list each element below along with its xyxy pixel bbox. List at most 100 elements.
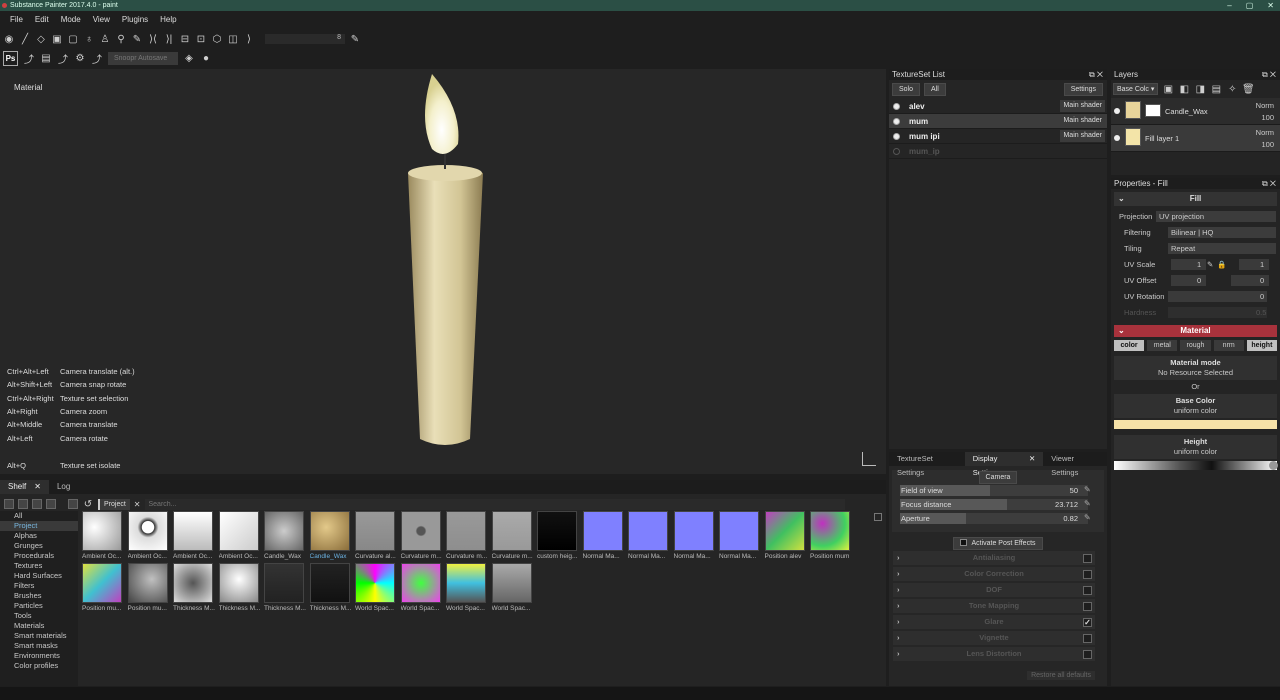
channel-dropdown[interactable]: Base Colc ▾ xyxy=(1113,83,1159,95)
close-icon[interactable]: ⧉ ✕ xyxy=(1262,69,1276,80)
height-block[interactable]: Height uniform color xyxy=(1114,435,1277,459)
maximize-button[interactable]: ▢ xyxy=(1246,0,1254,11)
eye-icon[interactable] xyxy=(1114,108,1120,114)
textureset-row[interactable]: alev Main shader xyxy=(889,99,1107,114)
delete-icon[interactable]: 🗑 xyxy=(1242,83,1255,95)
close-icon[interactable]: ✕ xyxy=(34,480,41,494)
add-mask-icon[interactable]: ◨ xyxy=(1194,83,1206,95)
shelf-thumbnail[interactable]: World Spac... xyxy=(446,563,486,612)
search-input[interactable] xyxy=(144,498,845,510)
effects-icon[interactable]: ✧ xyxy=(1226,83,1238,95)
tab-shelf[interactable]: Shelf ✕ xyxy=(0,480,49,494)
paint-brush-icon[interactable]: ╱ xyxy=(19,33,31,45)
channel-metal-button[interactable]: metal xyxy=(1147,340,1178,351)
menu-file[interactable]: File xyxy=(4,13,29,27)
shelf-thumbnail[interactable]: Thickness M... xyxy=(218,563,260,612)
add-layer-icon[interactable]: ▣ xyxy=(1162,83,1174,95)
height-value-slider[interactable] xyxy=(1114,461,1278,470)
uv-scale-v-slider[interactable] xyxy=(1239,259,1269,270)
solo-button[interactable]: Solo xyxy=(892,83,921,96)
shelf-thumbnail[interactable]: Thickness M... xyxy=(173,563,215,612)
shelf-thumbnail[interactable]: Normal Ma... xyxy=(628,511,668,560)
document-icon[interactable]: ▤ xyxy=(40,52,52,64)
import-icon[interactable] xyxy=(18,499,28,509)
close-icon[interactable]: ✕ xyxy=(1029,452,1035,466)
focus-distance-slider[interactable]: Focus distance 23.712 ✎ xyxy=(900,498,1100,512)
shader-button[interactable]: Main shader xyxy=(1060,115,1105,127)
category-item[interactable]: Smart materials xyxy=(0,631,78,641)
substance-icon[interactable]: ◈ xyxy=(183,52,195,64)
eye-icon[interactable] xyxy=(1114,135,1120,141)
category-item[interactable]: Materials xyxy=(0,621,78,631)
eraser-icon[interactable]: ◇ xyxy=(35,33,47,45)
textureset-row[interactable]: mum Main shader xyxy=(889,114,1107,129)
shelf-thumbnail[interactable]: Normal Ma... xyxy=(673,511,714,560)
shelf-thumbnail[interactable]: Candle_Wax xyxy=(309,511,350,560)
menu-icon[interactable] xyxy=(46,499,56,509)
shelf-thumbnail[interactable]: Candle_Wax xyxy=(264,511,304,560)
menu-edit[interactable]: Edit xyxy=(29,13,55,27)
category-item[interactable]: Filters xyxy=(0,581,78,591)
3d-viewport[interactable]: Material Ctrl+Alt+Left Camera translate (… xyxy=(0,69,886,474)
symmetry-icon[interactable]: ⟩⟨ xyxy=(147,33,159,45)
mask-thumbnail[interactable] xyxy=(1145,104,1161,117)
shelf-thumbnail[interactable]: Normal Ma... xyxy=(719,511,759,560)
filter-tag-project[interactable]: Project xyxy=(98,498,130,510)
brush-size-slider[interactable]: 8 xyxy=(265,34,345,44)
lock-icon[interactable]: 🔒 xyxy=(1217,257,1226,273)
settings-button[interactable]: Settings xyxy=(1063,83,1103,96)
category-item[interactable]: Brushes xyxy=(0,591,78,601)
shelf-thumbnail[interactable]: Position alev xyxy=(764,511,805,560)
shelf-thumbnail[interactable]: Ambient Oc... xyxy=(82,511,122,560)
section-tone-mapping[interactable]: › Tone Mapping xyxy=(893,599,1095,613)
minimize-button[interactable]: – xyxy=(1227,0,1231,11)
layer-row[interactable]: Candle_Wax Norm 100 xyxy=(1111,98,1280,125)
base-color-swatch[interactable] xyxy=(1114,420,1277,429)
camera-section[interactable]: Camera xyxy=(978,471,1018,484)
new-folder-icon[interactable] xyxy=(4,499,14,509)
contrast-icon[interactable] xyxy=(1269,461,1278,470)
mirror-icon[interactable]: ⟩| xyxy=(163,33,175,45)
refresh-icon[interactable]: ↺ xyxy=(82,498,94,510)
section-antialiasing[interactable]: › Antialiasing xyxy=(893,551,1095,565)
settings-icon[interactable]: ⚙ xyxy=(74,52,86,64)
section-lens-distortion[interactable]: › Lens Distortion xyxy=(893,647,1095,661)
close-icon[interactable]: ⧉ ✕ xyxy=(1089,69,1103,80)
shelf-thumbnail[interactable]: Curvature al... xyxy=(355,511,396,560)
add-folder-icon[interactable]: ▤ xyxy=(1210,83,1222,95)
export-icon[interactable]: ⤴ xyxy=(57,52,69,66)
shelf-thumbnail[interactable]: Curvature m... xyxy=(446,511,487,560)
aperture-slider[interactable]: Aperture 0.82 ✎ xyxy=(900,512,1100,526)
shelf-thumbnail[interactable]: Curvature m... xyxy=(491,511,533,560)
channel-nrm-button[interactable]: nrm xyxy=(1213,340,1244,351)
shelf-thumbnail[interactable]: World Spac... xyxy=(355,563,395,612)
uv-rotation-slider[interactable] xyxy=(1168,291,1267,302)
close-icon[interactable]: ✕ xyxy=(134,500,141,509)
add-fill-icon[interactable]: ◧ xyxy=(1178,83,1190,95)
fill-section-header[interactable]: ⌄ Fill xyxy=(1114,192,1277,206)
projection-dropdown[interactable]: UV projection xyxy=(1156,211,1276,222)
material-mode-block[interactable]: Material mode No Resource Selected xyxy=(1114,356,1277,380)
material-section-header[interactable]: ⌄ Material xyxy=(1114,325,1277,337)
close-button[interactable]: ✕ xyxy=(1267,0,1274,11)
all-button[interactable]: All xyxy=(924,83,946,96)
field-of-view-slider[interactable]: Field of view 50 ✎ xyxy=(900,484,1100,498)
shelf-thumbnail[interactable]: Ambient Oc... xyxy=(218,511,259,560)
shelf-thumbnail[interactable]: World Spac... xyxy=(491,563,532,612)
shader-button[interactable]: Main shader xyxy=(1060,130,1105,142)
section-dof[interactable]: › DOF xyxy=(893,583,1095,597)
section-vignette[interactable]: › Vignette xyxy=(893,631,1095,645)
shelf-thumbnail[interactable]: Curvature m... xyxy=(400,511,442,560)
visibility-radio[interactable] xyxy=(893,133,900,140)
filtering-dropdown[interactable]: Bilinear | HQ xyxy=(1168,227,1276,238)
shelf-thumbnail[interactable]: World Spac... xyxy=(400,563,441,612)
tab-display-settings[interactable]: Display Settings✕ xyxy=(964,452,1044,477)
tab-log[interactable]: Log xyxy=(49,480,78,494)
category-item[interactable]: Alphas xyxy=(0,531,78,541)
visibility-radio[interactable] xyxy=(893,148,900,155)
tab-textureset-settings[interactable]: TextureSet Settings xyxy=(889,452,965,477)
logo-icon[interactable]: ◉ xyxy=(3,33,15,45)
textureset-row[interactable]: mum_ip xyxy=(889,144,1107,159)
export-icon[interactable] xyxy=(32,499,42,509)
category-item[interactable]: Project xyxy=(0,521,78,531)
